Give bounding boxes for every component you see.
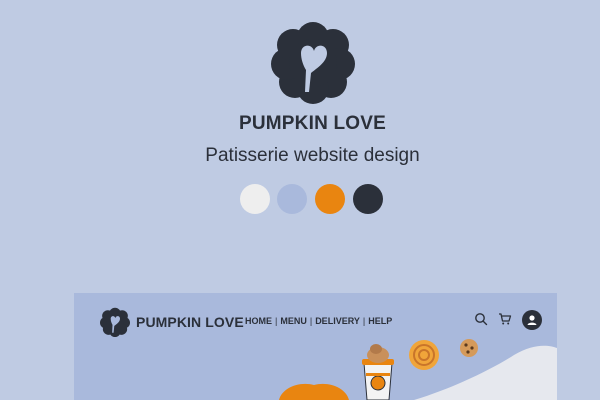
page-subtitle: Patisserie website design xyxy=(205,145,420,166)
nav-separator: | xyxy=(275,316,278,326)
nav-item-menu[interactable]: MENU xyxy=(280,316,307,326)
nav-item-help[interactable]: HELP xyxy=(368,316,392,326)
color-swatch-light xyxy=(240,184,270,214)
mockup-logo[interactable] xyxy=(100,307,130,337)
color-swatch-dark xyxy=(353,184,383,214)
decorative-wave xyxy=(279,339,557,400)
color-swatch-blue xyxy=(277,184,307,214)
user-account-button[interactable] xyxy=(522,310,542,330)
search-icon[interactable] xyxy=(474,312,488,326)
mockup-brand-name[interactable]: PUMPKIN LOVE xyxy=(136,314,244,330)
nav-separator: | xyxy=(309,316,313,326)
latte-cup-icon xyxy=(362,344,394,400)
website-mockup: PUMPKIN LOVE HOME | MENU | DELIVERY | HE… xyxy=(74,293,557,400)
color-swatch-orange xyxy=(315,184,345,214)
brand-title: PUMPKIN LOVE xyxy=(238,113,387,134)
nav-item-delivery[interactable]: DELIVERY xyxy=(315,316,360,326)
cookie-icon xyxy=(460,339,478,357)
cart-icon[interactable] xyxy=(498,312,512,326)
nav-separator: | xyxy=(362,316,366,326)
nav-item-home[interactable]: HOME xyxy=(245,316,272,326)
cinnamon-bun-icon xyxy=(409,340,439,370)
main-nav: HOME | MENU | DELIVERY | HELP xyxy=(245,316,392,326)
brand-logo xyxy=(271,22,355,104)
user-icon xyxy=(527,315,537,325)
